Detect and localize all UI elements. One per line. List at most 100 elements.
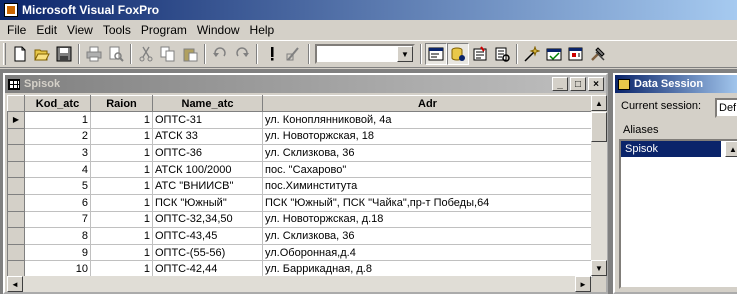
table-row[interactable]: 7 1 ОПТС-32,34,50 ул. Новоторжская, д.18 [7,210,593,229]
cell-kod-atc[interactable]: 10 [24,260,91,278]
row-selector[interactable] [7,210,25,229]
chevron-down-icon[interactable]: ▼ [397,46,413,62]
redo-icon[interactable] [231,43,253,65]
cell-kod-atc[interactable]: 6 [24,193,91,212]
report-designer-icon[interactable] [543,43,565,65]
tools-icon[interactable] [587,43,609,65]
data-session-icon[interactable] [447,43,469,65]
cell-adr[interactable]: ул. Коноплянниковой, 4а [262,111,593,129]
cell-kod-atc[interactable]: 5 [24,177,91,195]
cell-kod-atc[interactable]: 7 [24,210,91,229]
table-row[interactable]: ▶ 1 1 ОПТС-31 ул. Коноплянниковой, 4а [7,111,593,129]
table-row[interactable]: 5 1 АТС "ВНИИСВ" пос.Химинститута [7,177,593,195]
cell-raion[interactable]: 1 [90,127,153,146]
cell-name-atc[interactable]: ОПТС-43,45 [152,227,263,245]
cell-adr[interactable]: ул. Склизкова, 36 [262,227,593,245]
cell-name-atc[interactable]: АТСК 100/2000 [152,160,263,179]
cell-name-atc[interactable]: ОПТС-32,34,50 [152,210,263,229]
table-row[interactable]: 2 1 АТСК 33 ул. Новоторжская, 18 [7,127,593,146]
row-selector[interactable] [7,243,25,262]
browse-horizontal-scrollbar[interactable]: ◄ ► [7,276,591,292]
aliases-list[interactable]: Spisok ▲ [619,139,737,289]
cell-adr[interactable]: ПСК "Южный", ПСК "Чайка",пр-т Победы,64 [262,193,593,212]
menu-window[interactable]: Window [192,21,245,39]
table-row[interactable]: 4 1 АТСК 100/2000 пос. "Сахарово" [7,160,593,179]
cell-raion[interactable]: 1 [90,227,153,245]
new-icon[interactable] [9,43,31,65]
column-header-kod-atc[interactable]: Kod_atc [24,95,91,112]
current-row-pointer-icon[interactable]: ▶ [7,111,25,129]
row-selector[interactable] [7,160,25,179]
cell-adr[interactable]: ул.Оборонная,д.4 [262,243,593,262]
copy-icon[interactable] [157,43,179,65]
cell-kod-atc[interactable]: 2 [24,127,91,146]
cell-kod-atc[interactable]: 4 [24,160,91,179]
browse-window-title-bar[interactable]: Spisok _ □ × [5,75,606,93]
cell-kod-atc[interactable]: 8 [24,227,91,245]
cell-name-atc[interactable]: АТСК 33 [152,127,263,146]
properties-icon[interactable] [469,43,491,65]
cut-icon[interactable] [135,43,157,65]
run-icon[interactable] [261,43,283,65]
cell-name-atc[interactable]: ОПТС-31 [152,111,263,129]
menu-tools[interactable]: Tools [98,21,136,39]
database-combo[interactable]: ▼ [315,44,415,64]
menu-edit[interactable]: Edit [31,21,62,39]
cell-raion[interactable]: 1 [90,160,153,179]
cell-raion[interactable]: 1 [90,144,153,162]
print-preview-icon[interactable] [105,43,127,65]
cell-raion[interactable]: 1 [90,111,153,129]
browse-vertical-scrollbar[interactable]: ▲ ▼ [591,95,607,276]
row-selector[interactable] [7,227,25,245]
current-session-field[interactable]: Def [715,98,737,118]
cell-adr[interactable]: пос. "Сахарово" [262,160,593,179]
table-row[interactable]: 10 1 ОПТС-42,44 ул. Баррикадная, д.8 [7,260,593,278]
data-session-title-bar[interactable]: Data Session [615,75,737,93]
row-selector[interactable] [7,144,25,162]
cell-adr[interactable]: ул. Новоторжская, д.18 [262,210,593,229]
column-header-name-atc[interactable]: Name_atc [152,95,263,112]
cell-raion[interactable]: 1 [90,177,153,195]
undo-icon[interactable] [209,43,231,65]
open-icon[interactable] [31,43,53,65]
print-icon[interactable] [83,43,105,65]
cell-raion[interactable]: 1 [90,260,153,278]
menu-file[interactable]: File [2,21,31,39]
table-row[interactable]: 3 1 ОПТС-36 ул. Склизкова, 36 [7,144,593,162]
scroll-left-icon[interactable]: ◄ [7,276,23,292]
save-icon[interactable] [53,43,75,65]
cell-raion[interactable]: 1 [90,210,153,229]
cell-name-atc[interactable]: ОПТС-(55-56) [152,243,263,262]
table-row[interactable]: 9 1 ОПТС-(55-56) ул.Оборонная,д.4 [7,243,593,262]
column-header-adr[interactable]: Adr [262,95,593,112]
cell-adr[interactable]: пос.Химинститута [262,177,593,195]
cell-raion[interactable]: 1 [90,193,153,212]
cell-kod-atc[interactable]: 9 [24,243,91,262]
menu-help[interactable]: Help [245,21,280,39]
scroll-up-icon[interactable]: ▲ [725,141,737,157]
cell-kod-atc[interactable]: 1 [24,111,91,129]
paste-icon[interactable] [179,43,201,65]
cell-adr[interactable]: ул. Баррикадная, д.8 [262,260,593,278]
menu-program[interactable]: Program [136,21,192,39]
scroll-right-icon[interactable]: ► [575,276,591,292]
row-selector[interactable] [7,177,25,195]
row-selector[interactable] [7,193,25,212]
maximize-button[interactable]: □ [570,77,586,91]
alias-item-spisok[interactable]: Spisok [621,141,721,157]
form-wizard-icon[interactable] [521,43,543,65]
column-header-raion[interactable]: Raion [90,95,153,112]
scroll-thumb[interactable] [591,112,607,142]
command-window-icon[interactable] [425,43,447,65]
builder-icon[interactable] [565,43,587,65]
table-row[interactable]: 8 1 ОПТС-43,45 ул. Склизкова, 36 [7,227,593,245]
cell-name-atc[interactable]: ОПТС-36 [152,144,263,162]
table-row[interactable]: 6 1 ПСК "Южный" ПСК "Южный", ПСК "Чайка",пр… [7,193,593,212]
project-manager-icon[interactable] [491,43,513,65]
cell-raion[interactable]: 1 [90,243,153,262]
toolbar-grip[interactable] [3,43,6,65]
cell-name-atc[interactable]: ПСК "Южный" [152,193,263,212]
row-selector[interactable] [7,127,25,146]
cell-name-atc[interactable]: АТС "ВНИИСВ" [152,177,263,195]
row-selector[interactable] [7,260,25,278]
